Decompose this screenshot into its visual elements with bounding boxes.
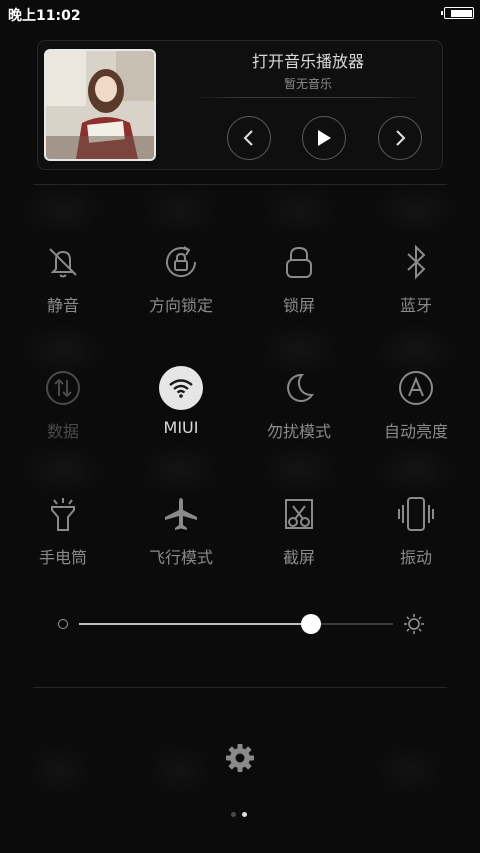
brightness-thumb[interactable]: [301, 614, 322, 634]
bluetooth-icon: [394, 240, 438, 284]
toggle-label: 振动: [399, 548, 432, 567]
airplane-icon: [159, 492, 203, 536]
album-art-photo: [46, 51, 154, 159]
page-dot-active[interactable]: [242, 812, 247, 817]
toggle-auto-brightness[interactable]: 自动亮度: [361, 366, 471, 456]
brightness-track[interactable]: [79, 623, 393, 625]
toggle-label: 手电筒: [38, 548, 87, 567]
toggle-wifi[interactable]: MIUI: [126, 366, 236, 456]
page-dot[interactable]: [231, 812, 236, 817]
toggle-label: 锁屏: [282, 296, 315, 315]
toggle-label: 蓝牙: [399, 296, 432, 315]
toggle-airplane-mode[interactable]: 飞行模式: [126, 492, 236, 582]
toggle-vibrate[interactable]: 振动: [361, 492, 471, 582]
toggle-label: 数据: [46, 422, 79, 441]
toggle-label: 截屏: [282, 548, 315, 567]
brightness-fill: [79, 623, 312, 625]
toggle-mobile-data[interactable]: 数据: [8, 366, 118, 456]
toggle-mute[interactable]: 静音: [8, 240, 118, 330]
toggle-label: 静音: [46, 296, 79, 315]
page-indicator: [228, 812, 252, 820]
brightness-low-icon: [58, 619, 68, 629]
rotation-lock-icon: [159, 240, 203, 284]
play-icon: [318, 130, 331, 146]
wifi-icon: [159, 366, 203, 410]
previous-track-button[interactable]: [227, 116, 271, 160]
section-divider-bottom: [33, 687, 447, 688]
toggle-screenshot[interactable]: 截屏: [244, 492, 354, 582]
battery-level-fill: [451, 9, 472, 17]
status-bar: 晚上11:02: [0, 0, 480, 28]
gear-icon: [226, 744, 254, 772]
brightness-slider[interactable]: [55, 605, 425, 641]
section-divider-top: [33, 184, 447, 185]
moon-icon: [277, 366, 321, 410]
toggle-bluetooth[interactable]: 蓝牙: [361, 240, 471, 330]
mobile-data-icon: [41, 366, 85, 410]
music-widget[interactable]: 打开音乐播放器 暂无音乐: [37, 40, 443, 170]
brightness-high-icon: [403, 613, 425, 639]
chevron-left-icon: [243, 130, 253, 146]
screenshot-icon: [277, 492, 321, 536]
play-button[interactable]: [302, 116, 346, 160]
toggle-label: 自动亮度: [383, 422, 448, 441]
music-divider: [193, 97, 423, 98]
toggle-label: 勿扰模式: [266, 422, 331, 441]
toggle-rotation-lock[interactable]: 方向锁定: [126, 240, 236, 330]
toggle-do-not-disturb[interactable]: 勿扰模式: [244, 366, 354, 456]
auto-brightness-icon: [394, 366, 438, 410]
lock-icon: [277, 240, 321, 284]
vibrate-icon: [394, 492, 438, 536]
battery-icon: [441, 7, 474, 19]
chevron-right-icon: [396, 130, 406, 146]
toggle-flashlight[interactable]: 手电筒: [8, 492, 118, 582]
music-subtitle: 暂无音乐: [283, 77, 332, 91]
flashlight-icon: [41, 492, 85, 536]
toggle-lock-screen[interactable]: 锁屏: [244, 240, 354, 330]
album-art[interactable]: [44, 49, 156, 161]
status-time: 晚上11:02: [8, 8, 81, 24]
music-title: 打开音乐播放器: [251, 52, 364, 71]
next-track-button[interactable]: [378, 116, 422, 160]
toggle-label: 方向锁定: [148, 296, 213, 315]
settings-button[interactable]: [222, 740, 258, 776]
toggle-label: 飞行模式: [148, 548, 213, 567]
toggle-label: MIUI: [163, 418, 199, 437]
bell-off-icon: [41, 240, 85, 284]
